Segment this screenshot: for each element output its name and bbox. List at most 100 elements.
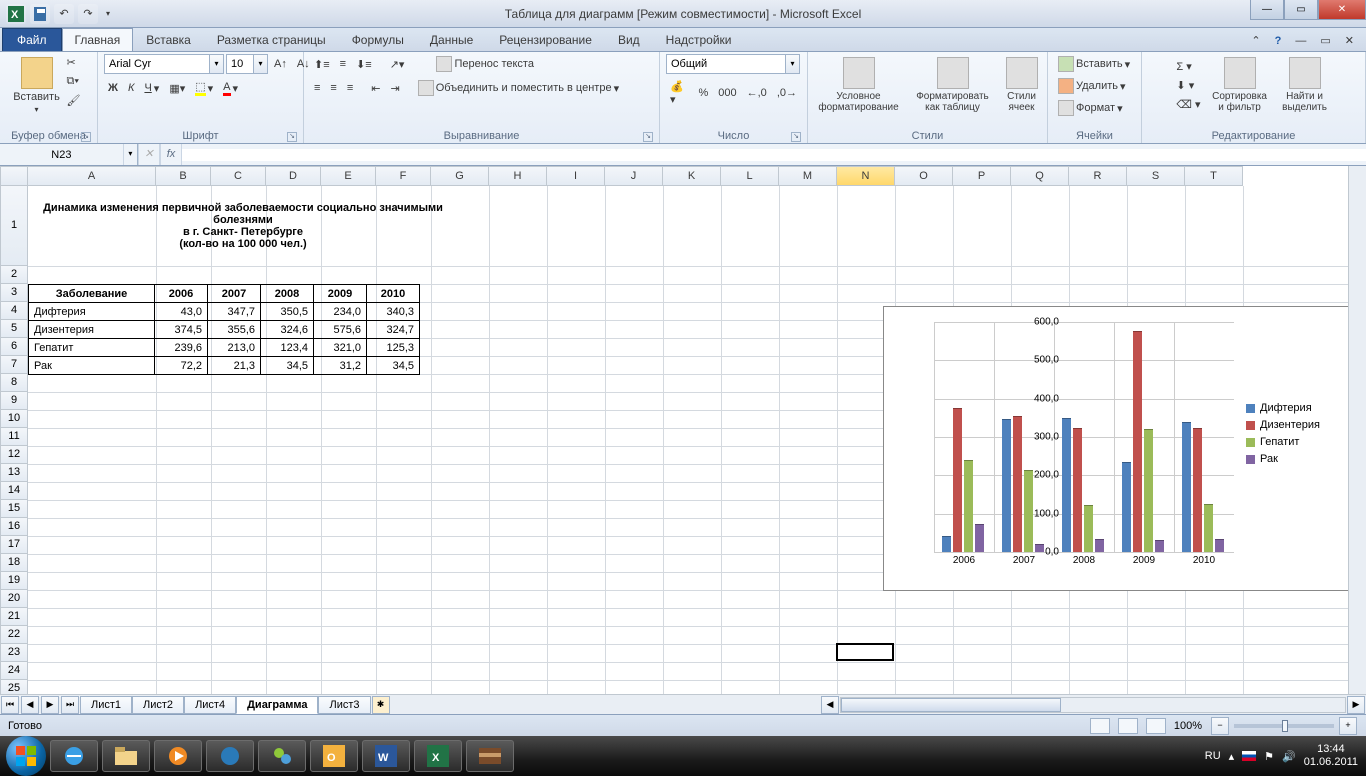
new-sheet-icon[interactable]: ✱ — [372, 696, 390, 714]
align-top-icon[interactable]: ⬆≡ — [310, 56, 334, 73]
column-header[interactable]: E — [321, 166, 376, 186]
sheet-tab[interactable]: Лист2 — [132, 696, 184, 714]
select-all-corner[interactable] — [0, 166, 28, 186]
column-header[interactable]: H — [489, 166, 547, 186]
font-name-input[interactable] — [104, 54, 210, 74]
minimize-ribbon-icon[interactable]: ⌃ — [1247, 32, 1264, 49]
row-header[interactable]: 14 — [0, 482, 28, 500]
chevron-down-icon[interactable]: ▾ — [786, 54, 800, 74]
decrease-decimal-icon[interactable]: ,0→ — [773, 85, 801, 101]
number-format-combo[interactable]: ▾ — [666, 54, 801, 74]
wrap-text-button[interactable]: Перенос текста — [432, 54, 538, 74]
zoom-out-icon[interactable]: − — [1211, 717, 1229, 735]
scroll-thumb[interactable] — [841, 698, 1061, 712]
insert-cells-button[interactable]: Вставить ▾ — [1054, 54, 1135, 74]
fill-color-icon[interactable]: ⬚▾ — [191, 78, 217, 98]
italic-button[interactable]: К — [124, 80, 138, 96]
taskbar-winrar-icon[interactable] — [466, 740, 514, 772]
align-right-icon[interactable]: ≡ — [343, 80, 357, 96]
row-header[interactable]: 12 — [0, 446, 28, 464]
ribbon-tab[interactable]: Надстройки — [653, 28, 745, 51]
dialog-launcher-icon[interactable]: ↘ — [81, 132, 91, 142]
number-format-input[interactable] — [666, 54, 786, 74]
sort-filter-button[interactable]: Сортировка и фильтр — [1207, 54, 1273, 116]
tab-nav-first-icon[interactable]: ⏮ — [1, 696, 19, 714]
currency-icon[interactable]: 💰▾ — [666, 78, 692, 108]
underline-button[interactable]: Ч▾ — [140, 80, 163, 97]
font-size-combo[interactable]: ▾ — [226, 54, 268, 74]
font-size-input[interactable] — [226, 54, 254, 74]
row-header[interactable]: 9 — [0, 392, 28, 410]
help-icon[interactable]: ? — [1271, 33, 1286, 49]
column-header[interactable]: K — [663, 166, 721, 186]
column-header[interactable]: T — [1185, 166, 1243, 186]
name-box-input[interactable] — [0, 149, 123, 161]
borders-icon[interactable]: ▦▾ — [165, 80, 189, 97]
sheet-tab[interactable]: Лист3 — [318, 696, 370, 714]
workbook-restore-icon[interactable]: ▭ — [1316, 32, 1334, 49]
start-button[interactable] — [6, 736, 46, 776]
zoom-slider[interactable]: − + — [1210, 716, 1358, 736]
taskbar-outlook-icon[interactable]: O — [310, 740, 358, 772]
taskbar-word-icon[interactable]: W — [362, 740, 410, 772]
row-header[interactable]: 15 — [0, 500, 28, 518]
format-as-table-button[interactable]: Форматировать как таблицу — [910, 54, 996, 116]
column-header[interactable]: S — [1127, 166, 1185, 186]
cell-grid[interactable]: Динамика изменения первичной заболеваемо… — [28, 186, 1348, 694]
delete-cells-button[interactable]: Удалить ▾ — [1054, 76, 1135, 96]
row-header[interactable]: 13 — [0, 464, 28, 482]
merge-center-button[interactable]: Объединить и поместить в центре ▾ — [414, 78, 623, 98]
network-icon[interactable]: ⚑ — [1264, 750, 1274, 763]
row-header[interactable]: 7 — [0, 356, 28, 374]
clear-icon[interactable]: ⌫ ▾ — [1172, 96, 1204, 113]
clock[interactable]: 13:44 01.06.2011 — [1304, 743, 1358, 769]
align-bottom-icon[interactable]: ⬇≡ — [352, 56, 376, 73]
column-header[interactable]: C — [211, 166, 266, 186]
taskbar-mediaplayer-icon[interactable] — [154, 740, 202, 772]
zoom-level[interactable]: 100% — [1174, 720, 1202, 732]
comma-icon[interactable]: 000 — [714, 85, 740, 101]
taskbar-ie-icon[interactable] — [50, 740, 98, 772]
vertical-scrollbar[interactable] — [1348, 166, 1366, 694]
row-header[interactable]: 1 — [0, 186, 28, 266]
ribbon-tab[interactable]: Данные — [417, 28, 486, 51]
orientation-icon[interactable]: ↗▾ — [386, 56, 409, 73]
decrease-indent-icon[interactable]: ⇤ — [367, 80, 384, 97]
column-header[interactable]: M — [779, 166, 837, 186]
align-left-icon[interactable]: ≡ — [310, 80, 324, 96]
maximize-button[interactable]: ▭ — [1284, 0, 1318, 20]
row-header[interactable]: 18 — [0, 554, 28, 572]
workbook-close-icon[interactable]: ✕ — [1341, 32, 1358, 49]
row-header[interactable]: 25 — [0, 680, 28, 694]
workbook-minimize-icon[interactable]: — — [1291, 33, 1310, 49]
column-header[interactable]: D — [266, 166, 321, 186]
scroll-right-icon[interactable]: ▶ — [1347, 696, 1365, 714]
align-middle-icon[interactable]: ≡ — [336, 56, 350, 72]
row-header[interactable]: 24 — [0, 662, 28, 680]
row-header[interactable]: 16 — [0, 518, 28, 536]
row-header[interactable]: 11 — [0, 428, 28, 446]
scroll-left-icon[interactable]: ◀ — [821, 696, 839, 714]
percent-icon[interactable]: % — [694, 85, 712, 101]
show-hidden-icon[interactable]: ▴ — [1229, 750, 1235, 763]
language-indicator[interactable]: RU — [1205, 750, 1221, 762]
align-center-icon[interactable]: ≡ — [326, 80, 340, 96]
column-header[interactable]: F — [376, 166, 431, 186]
dialog-launcher-icon[interactable]: ↘ — [287, 132, 297, 142]
row-header[interactable]: 17 — [0, 536, 28, 554]
increase-indent-icon[interactable]: ⇥ — [386, 80, 403, 97]
row-header[interactable]: 5 — [0, 320, 28, 338]
file-tab[interactable]: Файл — [2, 28, 62, 51]
font-color-icon[interactable]: A▾ — [219, 79, 242, 98]
horizontal-scrollbar[interactable]: ◀ ▶ — [820, 695, 1366, 714]
find-select-button[interactable]: Найти и выделить — [1275, 54, 1335, 116]
row-header[interactable]: 21 — [0, 608, 28, 626]
chevron-down-icon[interactable]: ▾ — [123, 144, 137, 165]
chevron-down-icon[interactable]: ▾ — [210, 54, 224, 74]
sheet-tab[interactable]: Лист1 — [80, 696, 132, 714]
taskbar-excel-icon[interactable]: X — [414, 740, 462, 772]
autosum-icon[interactable]: Σ ▾ — [1172, 58, 1204, 75]
normal-view-icon[interactable] — [1090, 718, 1110, 734]
row-header[interactable]: 23 — [0, 644, 28, 662]
formula-input[interactable] — [182, 149, 1366, 161]
